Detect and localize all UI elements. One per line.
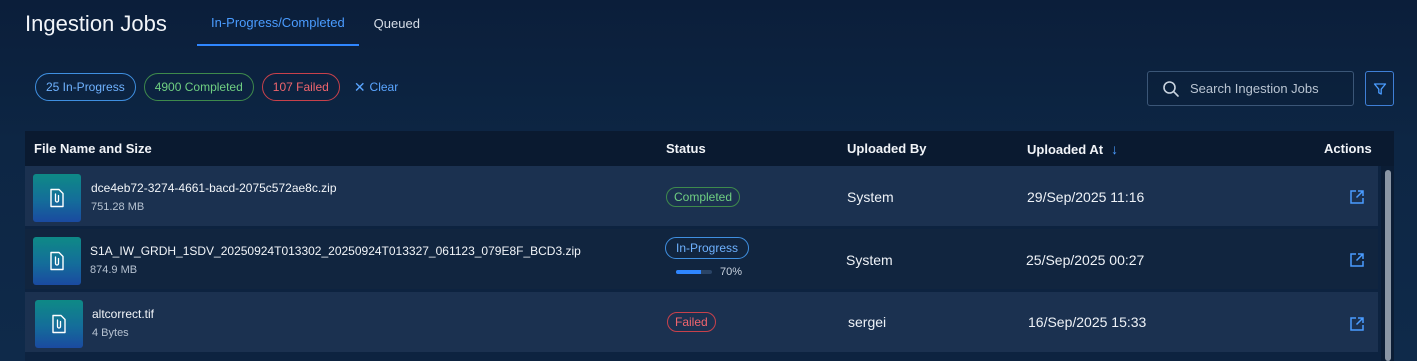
file-icon — [33, 237, 81, 285]
sort-descending-icon: ↓ — [1111, 141, 1119, 157]
uploaded-by: sergei — [848, 314, 887, 330]
file-name: altcorrect.tif — [92, 307, 155, 321]
uploaded-by: System — [847, 189, 894, 205]
filter-chips: 25 In-Progress 4900 Completed 107 Failed… — [35, 73, 398, 101]
column-header-uploaded-at[interactable]: Uploaded At ↓ — [1027, 141, 1118, 157]
tab-queued[interactable]: Queued — [359, 0, 434, 46]
ingestion-jobs-table: File Name and Size Status Uploaded By Up… — [25, 131, 1394, 361]
clear-filters-link[interactable]: ✕ Clear — [354, 80, 398, 94]
filter-icon — [1373, 82, 1386, 95]
file-size: 874.9 MB — [90, 264, 138, 276]
in-progress-filter-chip[interactable]: 25 In-Progress — [35, 73, 136, 101]
table-row: dce4eb72-3274-4661-bacd-2075c572ae8c.zip… — [25, 166, 1378, 226]
progress-percent: 70% — [720, 266, 743, 278]
status-badge: In-Progress — [665, 237, 750, 259]
file-name: dce4eb72-3274-4661-bacd-2075c572ae8c.zip — [91, 181, 337, 195]
column-header-status: Status — [666, 141, 706, 156]
tab-bar: In-Progress/Completed Queued — [197, 0, 434, 46]
close-icon: ✕ — [353, 79, 366, 95]
file-size: 751.28 MB — [91, 201, 145, 213]
progress-track — [676, 270, 712, 274]
uploaded-at-label: Uploaded At — [1027, 141, 1104, 157]
progress-indicator: 70% — [676, 266, 742, 278]
uploaded-at: 29/Sep/2025 11:16 — [1027, 189, 1145, 205]
search-input[interactable] — [1190, 81, 1350, 96]
open-external-icon[interactable] — [1348, 188, 1366, 206]
scrollbar-thumb[interactable] — [1385, 170, 1391, 361]
open-external-icon[interactable] — [1348, 315, 1366, 333]
paperclip-document-icon — [52, 314, 66, 334]
uploaded-by: System — [846, 252, 893, 268]
table-row: altcorrect.tif 4 Bytes Failed sergei 16/… — [25, 292, 1378, 352]
page-title: Ingestion Jobs — [25, 11, 167, 36]
search-icon — [1163, 80, 1179, 97]
file-name: S1A_IW_GRDH_1SDV_20250924T013302_2025092… — [90, 244, 581, 258]
open-external-icon[interactable] — [1348, 251, 1366, 269]
table-row: S1A_IW_GRDH_1SDV_20250924T013302_2025092… — [25, 229, 1378, 289]
failed-filter-chip[interactable]: 107 Failed — [261, 73, 340, 101]
uploaded-at: 16/Sep/2025 15:33 — [1028, 314, 1147, 330]
vertical-scrollbar[interactable] — [1381, 166, 1394, 361]
table-header: File Name and Size Status Uploaded By Up… — [25, 131, 1394, 166]
column-header-uploaded-by: Uploaded By — [847, 141, 927, 156]
paperclip-document-icon — [50, 188, 64, 208]
filter-button[interactable] — [1365, 71, 1394, 106]
status-badge: Completed — [666, 187, 741, 207]
file-size: 4 Bytes — [92, 327, 129, 339]
completed-filter-chip[interactable]: 4900 Completed — [143, 73, 254, 101]
column-header-actions: Actions — [1324, 141, 1372, 156]
status-badge: Failed — [667, 312, 716, 332]
column-header-file: File Name and Size — [34, 141, 152, 156]
search-box[interactable] — [1147, 71, 1354, 106]
file-icon — [33, 174, 81, 222]
paperclip-document-icon — [50, 251, 64, 271]
progress-fill — [676, 270, 702, 274]
file-icon — [35, 300, 83, 348]
uploaded-at: 25/Sep/2025 00:27 — [1026, 252, 1145, 268]
clear-label: Clear — [369, 80, 399, 94]
tab-in-progress-completed[interactable]: In-Progress/Completed — [197, 0, 359, 46]
